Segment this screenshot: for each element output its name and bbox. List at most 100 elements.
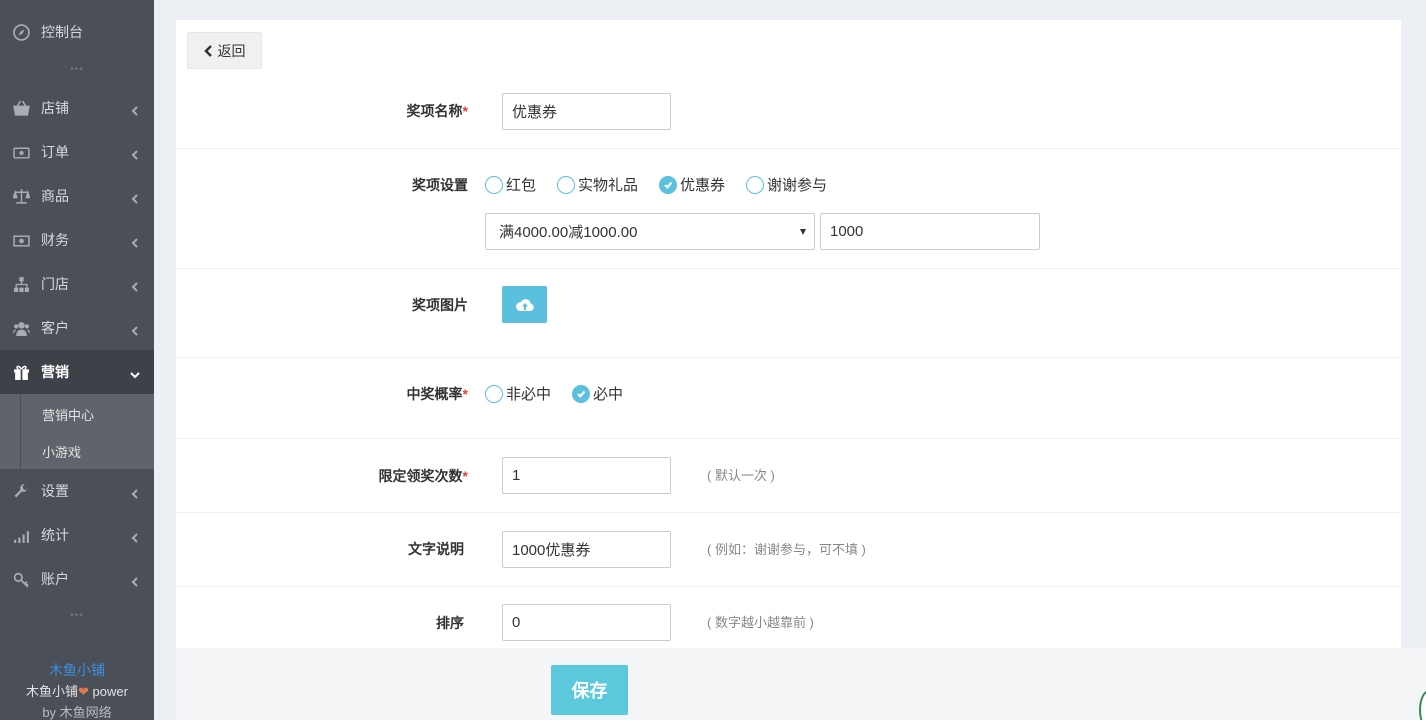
radio-physical-gift[interactable]: 实物礼品 [557,174,638,195]
radio-thanks[interactable]: 谢谢参与 [746,174,827,195]
chevron-left-icon [130,279,140,292]
form-footer [176,648,1426,720]
submenu-item-marketing-center[interactable]: 营销中心 [42,405,94,424]
chevron-left-icon [130,486,140,499]
chevron-down-icon [130,367,140,379]
required-mark: * [462,386,468,402]
radio-checked-icon [659,175,677,194]
divider [176,357,1401,358]
prize-image-label: 奖项图片 [412,297,468,313]
brand-name-link[interactable]: 木鱼小铺 [0,660,154,681]
divider [176,586,1401,587]
radio-circle [485,384,503,403]
sidebar-divider-dots: ••• [70,610,84,621]
radio-label: 优惠券 [680,177,726,194]
scale-icon [12,187,30,205]
brand-by-prefix: by [42,705,60,720]
text-description-label: 文字说明 [408,541,464,557]
text-description-input[interactable] [502,531,671,568]
sidebar-divider-dots: ••• [70,64,84,75]
sort-input[interactable] [502,604,671,641]
sidebar-item-label: 营销 [41,364,69,380]
upload-image-button[interactable] [502,286,547,323]
sort-label: 排序 [436,615,464,631]
sidebar-item-label: 客户 [41,320,69,336]
sidebar-item-dashboard[interactable]: 控制台 [0,10,154,54]
sidebar-item-orders[interactable]: 订单 [0,130,154,174]
marketing-submenu: 营销中心 小游戏 [0,394,154,469]
radio-label: 实物礼品 [578,177,639,194]
sidebar-item-label: 统计 [41,527,69,543]
caret-down-icon [800,228,806,235]
divider [176,438,1401,439]
sidebar-item-label: 门店 [41,276,69,292]
gift-icon [12,363,30,381]
chevron-left-icon [130,103,140,116]
sidebar-item-label: 设置 [41,483,69,499]
radio-circle [746,175,764,194]
sidebar-item-shop[interactable]: 店铺 [0,86,154,130]
sidebar-item-finance[interactable]: 财务 [0,218,154,262]
divider [176,268,1401,269]
brand-by-name[interactable]: 木鱼网络 [60,705,112,720]
sidebar-item-label: 店铺 [41,100,69,116]
chevron-left-icon [130,530,140,543]
brand-power-prefix: 木鱼小铺 [26,684,79,699]
required-mark: * [462,468,468,484]
required-mark: * [462,103,468,119]
cloud-upload-icon [515,298,534,311]
cash-icon [12,143,30,161]
win-probability-label-text: 中奖概率 [406,386,463,402]
radio-not-guaranteed[interactable]: 非必中 [485,383,551,404]
chevron-left-icon [130,323,140,336]
sidebar-item-statistics[interactable]: 统计 [0,513,154,557]
money-icon [12,231,30,249]
sitemap-icon [12,275,30,293]
wrench-icon [12,482,30,500]
radio-circle [485,175,503,194]
radio-coupon[interactable]: 优惠券 [659,174,725,195]
chevron-left-icon [130,574,140,587]
signal-icon [12,526,30,544]
key-icon [12,570,30,588]
chevron-left-icon [203,44,212,57]
divider [176,512,1401,513]
win-probability-label: 中奖概率* [168,384,468,404]
coupon-select[interactable]: 满4000.00减1000.00 [485,213,815,250]
coupon-amount-input[interactable] [820,213,1040,250]
back-button[interactable]: 返回 [187,32,262,69]
sidebar-item-marketing[interactable]: 营销 [0,350,154,394]
sidebar-item-label: 控制台 [41,24,83,40]
text-description-hint: ( 例如：谢谢参与，可不填 ) [707,542,866,557]
chevron-left-icon [130,191,140,204]
divider [176,148,1401,149]
radio-guaranteed[interactable]: 必中 [572,383,623,404]
sidebar-item-label: 商品 [41,188,69,204]
heart-icon: ❤ [78,684,89,699]
sidebar-item-products[interactable]: 商品 [0,174,154,218]
sidebar-item-settings[interactable]: 设置 [0,469,154,513]
save-button[interactable]: 保存 [551,665,628,715]
claim-limit-input[interactable] [502,457,671,494]
brand-power-line: 木鱼小铺❤ power [0,681,154,702]
back-button-label: 返回 [217,42,246,59]
coupon-select-value: 满4000.00减1000.00 [499,224,638,241]
sidebar-item-label: 订单 [41,144,69,160]
sidebar: 控制台 ••• 店铺 订单 商品 财务 门店 客户 营销 营销中心 小游戏 设置… [0,0,154,720]
chevron-left-icon [130,147,140,160]
compass-icon [12,23,30,41]
prize-name-label: 奖项名称* [168,101,468,121]
prize-name-input[interactable] [502,93,671,130]
radio-label: 必中 [593,386,624,403]
sidebar-item-customers[interactable]: 客户 [0,306,154,350]
basket-icon [12,99,30,117]
sort-hint: ( 数字越小越靠前 ) [707,615,814,630]
submenu-item-mini-games[interactable]: 小游戏 [42,442,81,461]
prize-name-label-text: 奖项名称 [406,103,463,119]
sidebar-item-account[interactable]: 账户 [0,557,154,601]
radio-red-packet[interactable]: 红包 [485,174,536,195]
sidebar-item-label: 账户 [41,571,69,587]
sidebar-item-stores[interactable]: 门店 [0,262,154,306]
claim-limit-hint: ( 默认一次 ) [707,468,775,483]
claim-limit-label-text: 限定领奖次数 [378,468,463,484]
